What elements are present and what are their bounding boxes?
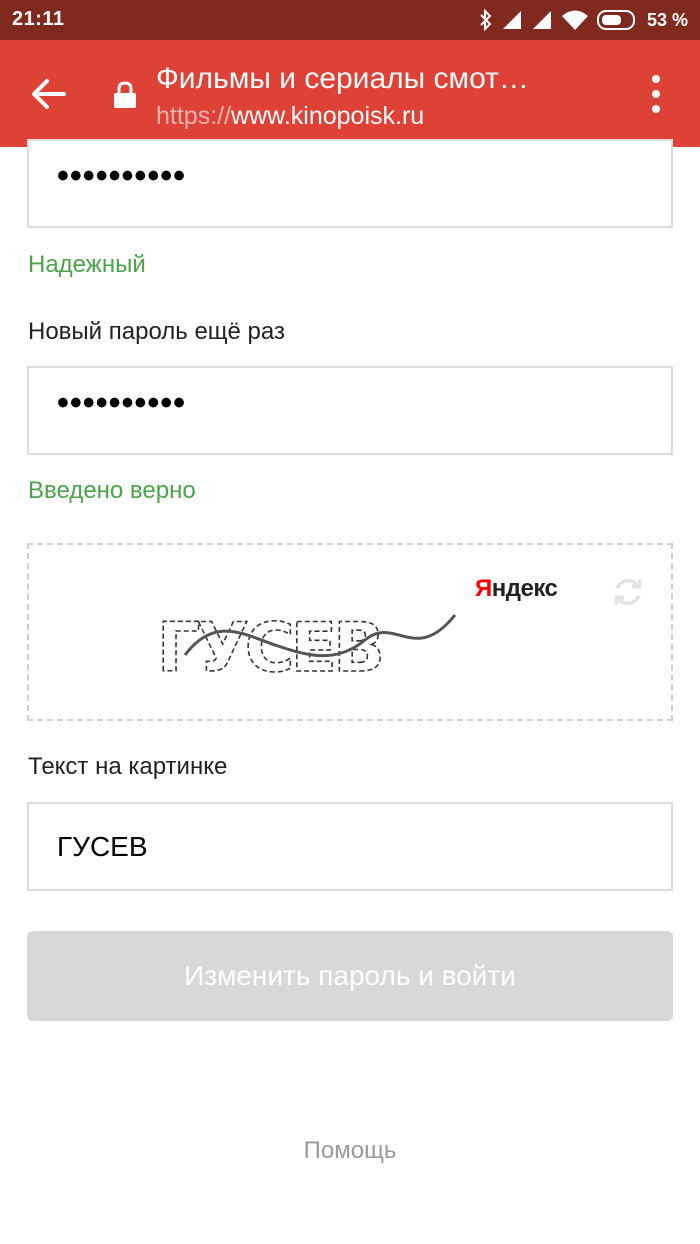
captcha-box: ГУСЕВ Яндекс — [27, 543, 673, 721]
wifi-icon — [561, 10, 588, 30]
confirm-password-label: Новый пароль ещё раз — [28, 318, 285, 345]
status-time: 21:11 — [12, 8, 65, 30]
battery-percent: 53 % — [646, 9, 688, 30]
more-vert-icon — [652, 75, 660, 83]
captcha-input-value: ГУСЕВ — [57, 831, 148, 862]
captcha-input-label: Текст на картинке — [28, 753, 228, 780]
signal-icon — [532, 11, 551, 29]
refresh-icon[interactable] — [611, 573, 645, 611]
url-scheme: https:// — [156, 102, 232, 130]
bluetooth-icon — [480, 9, 492, 31]
new-password-field[interactable]: •••••••••• — [27, 139, 673, 228]
yandex-logo: Яндекс — [475, 575, 558, 603]
password-strength: Надежный — [28, 251, 146, 278]
url-host: www.kinopoisk.ru — [231, 102, 425, 130]
page-title[interactable]: Фильмы и сериалы смот… — [156, 62, 616, 96]
status-bar: 21:11 53 % — [0, 0, 700, 40]
help-link[interactable]: Помощь — [0, 1137, 700, 1165]
change-password-login-button[interactable]: Изменить пароль и войти — [27, 931, 673, 1021]
signal-icon — [502, 11, 521, 29]
yandex-logo-letter: Я — [475, 575, 492, 602]
password-match-status: Введено верно — [28, 477, 196, 504]
more-vert-icon-dot — [652, 105, 660, 113]
captcha-input-field[interactable]: ГУСЕВ — [27, 802, 673, 891]
confirm-password-value: •••••••••• — [57, 384, 187, 422]
confirm-password-field[interactable]: •••••••••• — [27, 366, 673, 455]
yandex-logo-rest: ндекс — [491, 575, 558, 602]
lock-icon — [114, 81, 136, 108]
more-vert-icon-dot — [652, 90, 660, 98]
status-icons: 53 % — [479, 7, 688, 33]
browser-toolbar: Фильмы и сериалы смот… https://www.kinop… — [0, 40, 700, 147]
battery-icon — [596, 10, 635, 30]
back-button[interactable] — [24, 70, 72, 118]
back-arrow-icon — [32, 79, 66, 109]
new-password-value: •••••••••• — [57, 157, 187, 195]
page-url[interactable]: https://www.kinopoisk.ru — [156, 102, 424, 131]
more-menu-button[interactable] — [636, 72, 676, 116]
captcha-image: ГУСЕВ — [156, 608, 457, 689]
